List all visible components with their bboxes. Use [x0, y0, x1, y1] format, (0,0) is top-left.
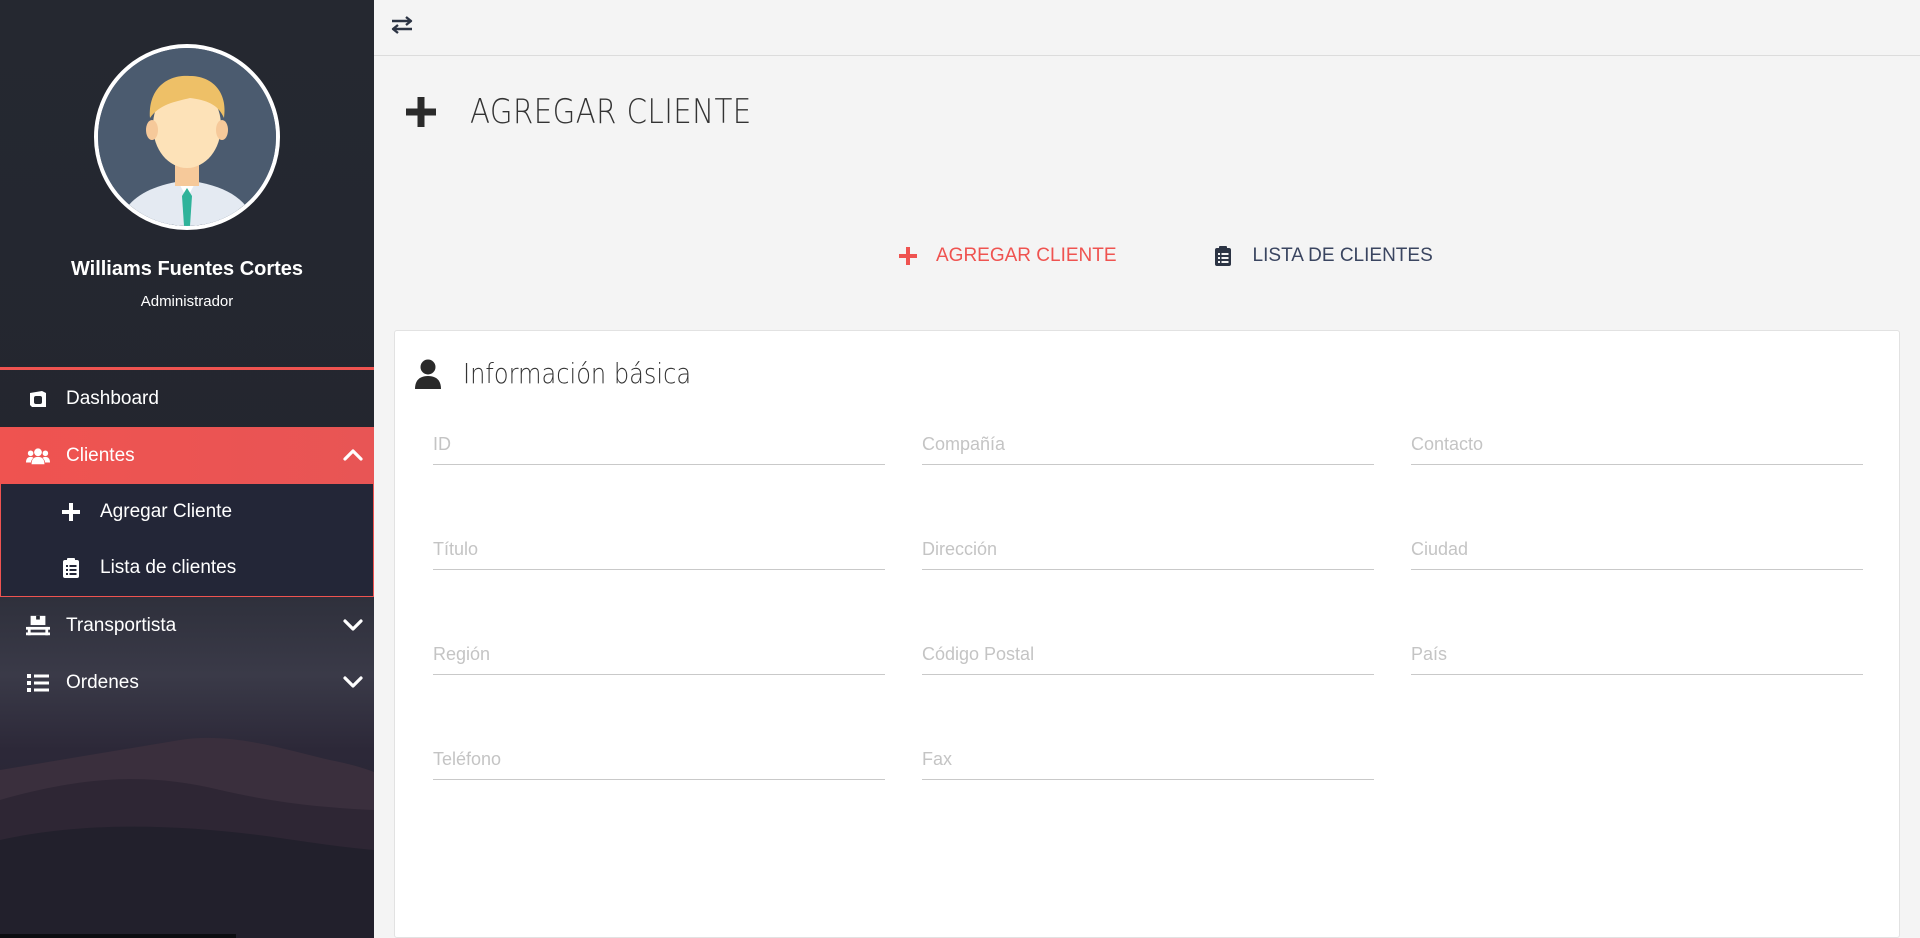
sidebar-item-label: Dashboard	[66, 387, 159, 409]
sidebar-item-label: Clientes	[66, 444, 135, 466]
sidebar-item-transportista[interactable]: Transportista	[0, 597, 374, 654]
compania-input[interactable]	[922, 421, 1374, 464]
plus-icon	[898, 246, 918, 266]
client-tabs: AGREGAR CLIENTE LISTA DE CLIENTES	[898, 245, 1531, 267]
chevron-down-icon	[343, 676, 363, 688]
titulo-field	[433, 526, 885, 570]
avatar-illustration	[98, 48, 276, 226]
tab-label: LISTA DE CLIENTES	[1252, 245, 1433, 266]
sidebar-item-label: Ordenes	[66, 671, 139, 693]
card-header: Información básica	[415, 357, 728, 390]
sidebar-subitem-agregar-cliente[interactable]: Agregar Cliente	[1, 484, 373, 540]
sidebar-item-ordenes[interactable]: Ordenes	[0, 654, 374, 711]
telefono-field	[433, 736, 885, 780]
direccion-input[interactable]	[922, 526, 1374, 569]
topbar	[374, 0, 1920, 56]
region-input[interactable]	[433, 631, 885, 674]
list-icon	[26, 671, 50, 695]
user-role: Administrador	[140, 293, 234, 310]
plus-icon	[406, 97, 436, 127]
ciudad-input[interactable]	[1411, 526, 1863, 569]
pais-field	[1411, 631, 1863, 675]
sidebar-subitem-label: Lista de clientes	[100, 557, 237, 578]
plus-icon	[60, 501, 82, 523]
page-header: AGREGAR CLIENTE	[404, 92, 798, 132]
page-title: AGREGAR CLIENTE	[470, 92, 752, 132]
clientes-submenu: Agregar Cliente Lista de clientes	[0, 484, 374, 597]
sidebar-item-dashboard[interactable]: Dashboard	[0, 370, 374, 427]
avatar[interactable]	[94, 44, 280, 230]
sidebar-item-clientes[interactable]: Clientes	[0, 427, 374, 484]
codigo-postal-input[interactable]	[922, 631, 1374, 674]
titulo-input[interactable]	[433, 526, 885, 569]
clipboard-list-icon	[60, 557, 82, 579]
tab-label: AGREGAR CLIENTE	[936, 245, 1117, 266]
basic-info-card: Información básica	[394, 330, 1900, 938]
id-input[interactable]	[433, 421, 885, 464]
user-icon	[415, 359, 441, 389]
contacto-field	[1411, 421, 1863, 465]
sidebar-nav: Dashboard Clientes Agregar Cliente Lista…	[0, 367, 374, 711]
dashboard-icon	[26, 387, 50, 411]
compania-field	[922, 421, 1374, 465]
sidebar-subitem-lista-clientes[interactable]: Lista de clientes	[1, 540, 373, 596]
sidebar: Williams Fuentes Cortes Administrador Da…	[0, 0, 374, 938]
sidebar-subitem-label: Agregar Cliente	[100, 501, 233, 522]
sidebar-bottom-bar	[0, 934, 236, 938]
card-title: Información básica	[463, 357, 692, 390]
fax-field	[922, 736, 1374, 780]
tab-agregar-cliente[interactable]: AGREGAR CLIENTE	[898, 245, 1117, 267]
fax-input[interactable]	[922, 736, 1374, 779]
ciudad-field	[1411, 526, 1863, 570]
direccion-field	[922, 526, 1374, 570]
chevron-down-icon	[343, 619, 363, 631]
telefono-input[interactable]	[433, 736, 885, 779]
tab-lista-clientes[interactable]: LISTA DE CLIENTES	[1214, 245, 1433, 267]
id-field	[433, 421, 885, 465]
clipboard-list-icon	[1214, 246, 1235, 266]
dolly-icon	[26, 614, 50, 638]
pais-input[interactable]	[1411, 631, 1863, 674]
region-field	[433, 631, 885, 675]
sidebar-background-dunes	[0, 737, 374, 938]
users-icon	[26, 444, 50, 468]
chevron-up-icon	[343, 449, 363, 461]
user-name: Williams Fuentes Cortes	[70, 258, 304, 280]
codigo-postal-field	[922, 631, 1374, 675]
contacto-input[interactable]	[1411, 421, 1863, 464]
exchange-icon[interactable]	[390, 14, 414, 36]
sidebar-item-label: Transportista	[66, 614, 177, 636]
